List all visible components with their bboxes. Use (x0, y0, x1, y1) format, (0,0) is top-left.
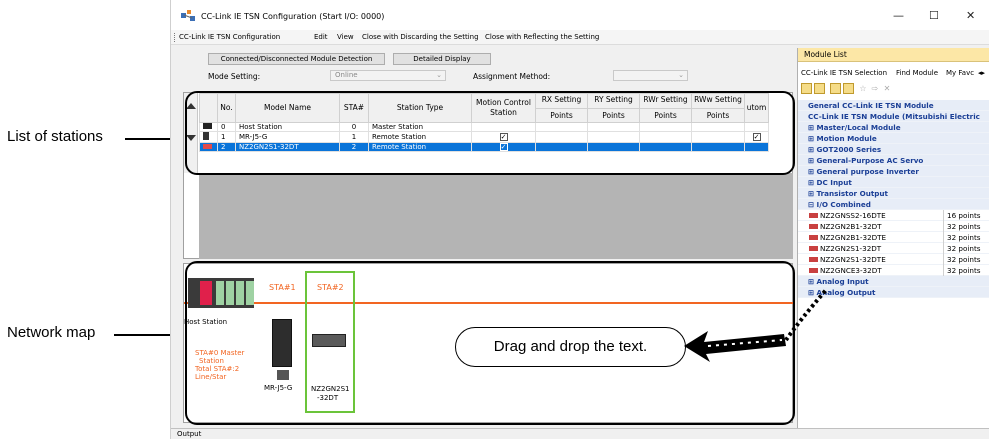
drag-arrow-icon (684, 288, 828, 362)
screenshot-root: List of stations Network map CC-Link IE … (0, 0, 989, 439)
